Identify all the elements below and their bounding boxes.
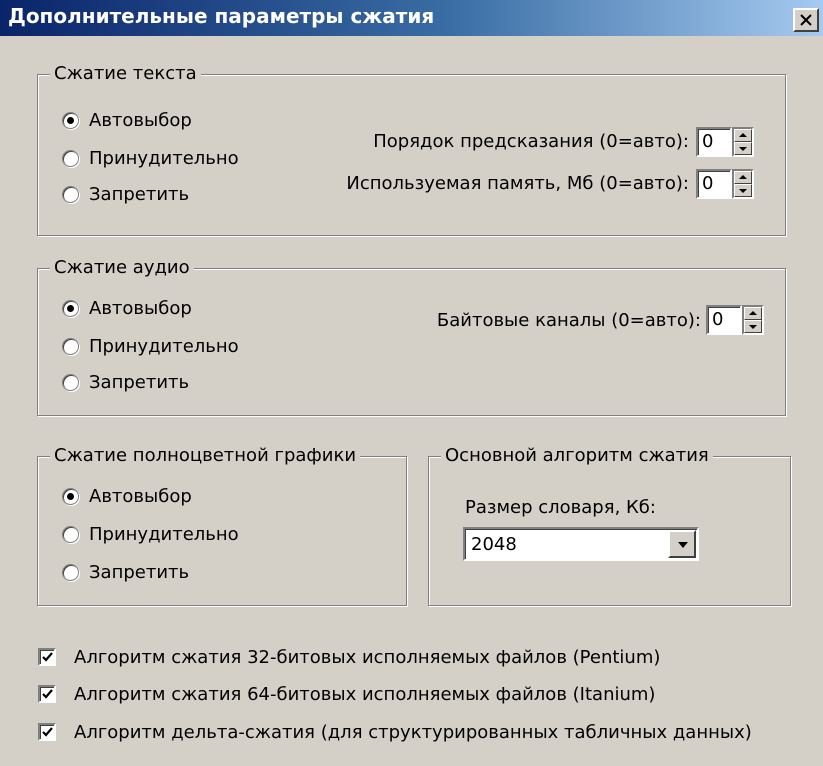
- radio-label: Запретить: [89, 562, 190, 583]
- title-bar[interactable]: Дополнительные параметры сжатия: [0, 0, 823, 36]
- byte-channels-label: Байтовые каналы (0=авто):: [436, 310, 701, 331]
- spin-buttons: [732, 169, 754, 199]
- memory-spinner[interactable]: 0: [696, 169, 754, 199]
- radio-button[interactable]: [62, 564, 79, 581]
- spin-up-button[interactable]: [734, 129, 752, 142]
- radio-label: Запретить: [89, 184, 190, 205]
- radio-dot: [67, 305, 74, 312]
- graphics-compression-legend: Сжатие полноцветной графики: [50, 444, 361, 468]
- close-button[interactable]: [793, 8, 819, 32]
- audio-compression-group: Сжатие аудио Автовыбор Принудительно Зап…: [37, 256, 786, 416]
- radio-label: Автовыбор: [89, 486, 192, 507]
- dictionary-size-select[interactable]: 2048: [463, 527, 699, 561]
- radio-dot: [67, 117, 74, 124]
- radio-button[interactable]: [62, 112, 79, 129]
- spin-up-button[interactable]: [734, 171, 752, 184]
- byte-channels-spinner[interactable]: 0: [706, 305, 764, 335]
- arrow-down-icon: [749, 325, 757, 329]
- checkbox-label: Алгоритм сжатия 32-битовых исполняемых ф…: [74, 647, 661, 668]
- checkbox-label: Алгоритм сжатия 64-битовых исполняемых ф…: [74, 684, 656, 705]
- checkbox-box[interactable]: [38, 723, 56, 741]
- chevron-down-icon: [678, 542, 688, 548]
- dictionary-size-label: Размер словаря, Кб:: [465, 497, 656, 518]
- checkbox-label: Алгоритм дельта-сжатия (для структуриров…: [74, 722, 752, 743]
- spin-down-button[interactable]: [734, 184, 752, 197]
- close-icon: [800, 14, 812, 26]
- main-algorithm-group: Основной алгоритм сжатия Размер словаря,…: [428, 444, 791, 606]
- spin-buttons: [742, 305, 764, 335]
- radio-label: Принудительно: [89, 524, 239, 545]
- radio-label: Принудительно: [89, 336, 239, 357]
- text-compression-legend: Сжатие текста: [50, 62, 201, 86]
- text-compression-group: Сжатие текста Автовыбор Принудительно За…: [37, 62, 786, 236]
- radio-label: Запретить: [89, 372, 190, 393]
- dictionary-size-value: 2048: [471, 534, 517, 555]
- byte-channels-input[interactable]: 0: [706, 305, 742, 335]
- prediction-order-label: Порядок предсказания (0=авто):: [373, 131, 689, 152]
- radio-dot: [67, 493, 74, 500]
- arrow-up-icon: [739, 133, 747, 137]
- arrow-up-icon: [749, 311, 757, 315]
- radio-label: Принудительно: [89, 148, 239, 169]
- spin-down-button[interactable]: [734, 142, 752, 155]
- arrow-down-icon: [739, 189, 747, 193]
- check-icon: [42, 727, 53, 737]
- radio-button[interactable]: [62, 150, 79, 167]
- radio-button[interactable]: [62, 186, 79, 203]
- radio-label: Автовыбор: [89, 298, 192, 319]
- graphics-compression-group: Сжатие полноцветной графики Автовыбор Пр…: [37, 444, 407, 606]
- window-title: Дополнительные параметры сжатия: [8, 4, 435, 28]
- memory-label: Используемая память, Мб (0=авто):: [346, 173, 689, 194]
- checkbox-box[interactable]: [38, 648, 56, 666]
- radio-button[interactable]: [62, 374, 79, 391]
- radio-button[interactable]: [62, 526, 79, 543]
- check-icon: [42, 689, 53, 699]
- audio-compression-legend: Сжатие аудио: [50, 256, 194, 280]
- arrow-up-icon: [739, 175, 747, 179]
- spin-up-button[interactable]: [744, 307, 762, 320]
- main-algorithm-legend: Основной алгоритм сжатия: [441, 444, 713, 468]
- check-icon: [42, 652, 53, 662]
- radio-button[interactable]: [62, 488, 79, 505]
- dropdown-button[interactable]: [668, 530, 696, 558]
- radio-button[interactable]: [62, 300, 79, 317]
- prediction-order-input[interactable]: 0: [696, 127, 732, 157]
- spin-down-button[interactable]: [744, 320, 762, 333]
- prediction-order-spinner[interactable]: 0: [696, 127, 754, 157]
- radio-label: Автовыбор: [89, 110, 192, 131]
- memory-input[interactable]: 0: [696, 169, 732, 199]
- arrow-down-icon: [739, 147, 747, 151]
- radio-button[interactable]: [62, 338, 79, 355]
- spin-buttons: [732, 127, 754, 157]
- checkbox-box[interactable]: [38, 685, 56, 703]
